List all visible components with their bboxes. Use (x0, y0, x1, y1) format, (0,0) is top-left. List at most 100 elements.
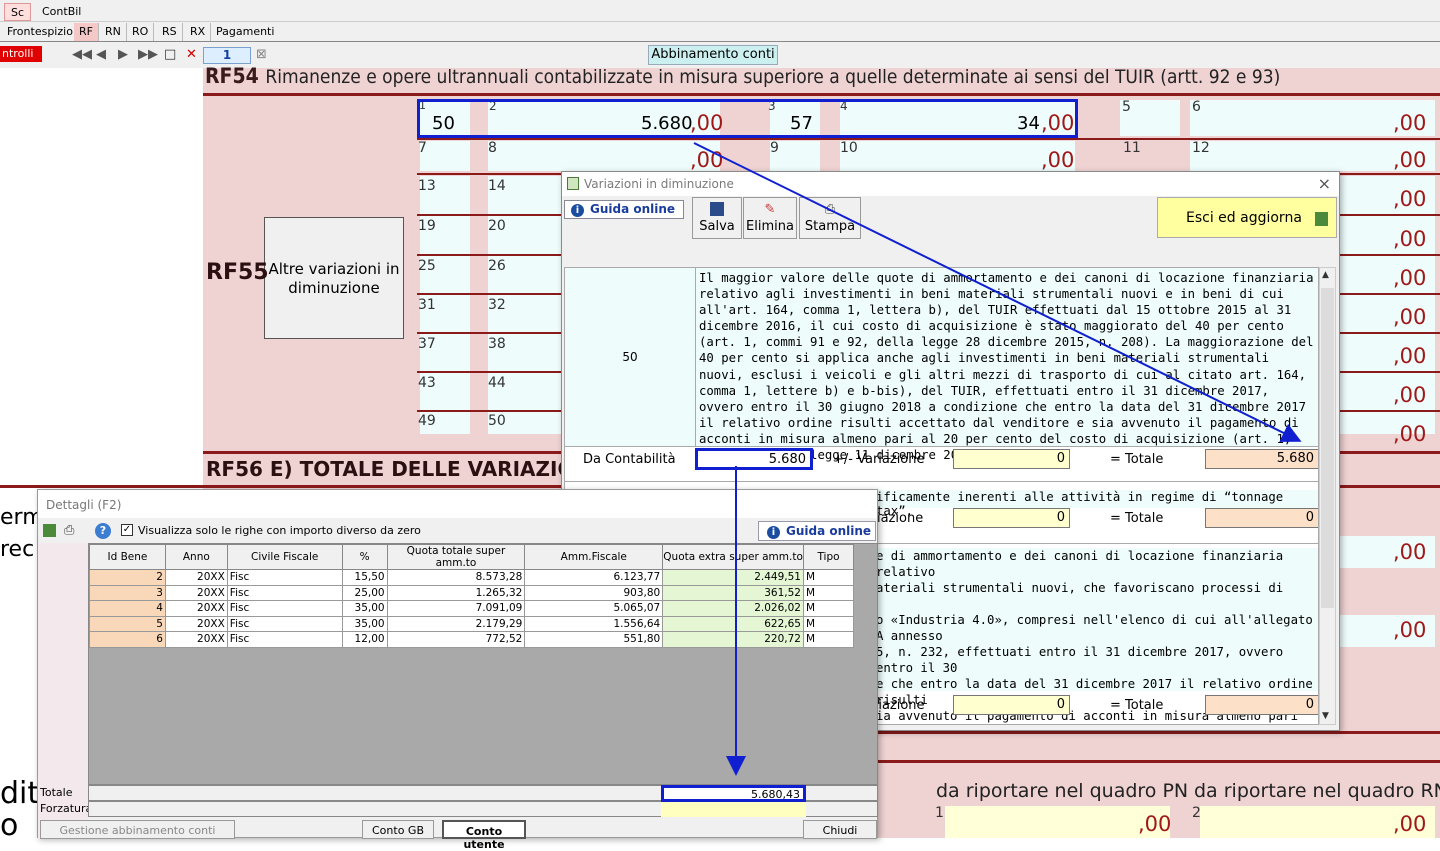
guida-online-button[interactable]: i Guida online (758, 521, 876, 541)
tab-rn[interactable]: RN (100, 23, 127, 41)
filter-checkbox[interactable]: ✓ (121, 524, 133, 536)
pn-field[interactable] (945, 806, 1170, 838)
cell-quota-totale[interactable]: 7.091,09 (386, 600, 526, 617)
help-icon[interactable]: ? (95, 523, 111, 539)
cell-civile-fiscale[interactable]: Fisc (226, 584, 343, 601)
page-number[interactable]: 1 (203, 47, 251, 64)
column-header[interactable]: Quota totale super amm.to (386, 544, 526, 570)
abbinamento-conti-button[interactable]: Abbinamento conti (648, 45, 778, 65)
new-page-icon[interactable]: □ (164, 47, 176, 62)
cell-anno[interactable]: 20XX (164, 631, 228, 648)
variazione-field[interactable]: 0 (953, 508, 1070, 528)
cell-anno[interactable]: 20XX (164, 600, 228, 617)
cell-percent[interactable]: 35,00 (341, 600, 388, 617)
tab-sc[interactable]: Sc (4, 3, 32, 21)
cell-civile-fiscale[interactable]: Fisc (226, 631, 343, 648)
cell-anno[interactable]: 20XX (164, 569, 228, 586)
column-header[interactable]: Amm.Fiscale (524, 544, 664, 570)
table-row[interactable]: 6 20XX Fisc 12,00 772,52 551,80 220,72 M (89, 631, 855, 648)
cell-civile-fiscale[interactable]: Fisc (226, 569, 343, 586)
table-row[interactable]: 2 20XX Fisc 15,50 8.573,28 6.123,77 2.44… (89, 569, 855, 586)
rf55-field[interactable] (488, 141, 720, 171)
cell-tipo[interactable]: M (802, 615, 855, 632)
cell-civile-fiscale[interactable]: Fisc (226, 600, 343, 617)
elimina-button[interactable]: ✎ Elimina (743, 197, 797, 239)
cell-quota-totale[interactable]: 772,52 (386, 631, 526, 648)
chiudi-button[interactable]: Chiudi (803, 820, 877, 839)
cell-quota-extra[interactable]: 622,65 (662, 615, 804, 632)
table-row[interactable]: 4 20XX Fisc 35,00 7.091,09 5.065,07 2.02… (89, 600, 855, 617)
cell-amm-fiscale[interactable]: 551,80 (524, 631, 664, 648)
tab-rs[interactable]: RS (157, 23, 183, 41)
cell-quota-extra[interactable]: 2.026,02 (662, 600, 804, 617)
rf55-field[interactable] (840, 141, 1075, 171)
scroll-down-icon[interactable]: ▼ (1322, 711, 1329, 721)
cell-tipo[interactable]: M (802, 584, 855, 601)
cell-amm-fiscale[interactable]: 5.065,07 (524, 600, 664, 617)
cell-anno[interactable]: 20XX (164, 615, 228, 632)
forzatura-field[interactable] (661, 802, 806, 817)
column-header[interactable]: Anno (164, 544, 228, 570)
cell-id[interactable]: 2 (89, 569, 166, 586)
cell-amm-fiscale[interactable]: 6.123,77 (524, 569, 664, 586)
next-page-icon[interactable]: ▶ (118, 47, 128, 62)
variazione-field[interactable]: 0 (953, 449, 1070, 469)
tab-rf[interactable]: RF (74, 23, 99, 41)
prev-page-icon[interactable]: ◀ (96, 47, 106, 62)
cell-amm-fiscale[interactable]: 903,80 (524, 584, 664, 601)
cell-quota-totale[interactable]: 1.265,32 (386, 584, 526, 601)
table-row[interactable]: 5 20XX Fisc 35,00 2.179,29 1.556,64 622,… (89, 615, 855, 632)
cell-id[interactable]: 6 (89, 631, 166, 648)
cell-id[interactable]: 5 (89, 615, 166, 632)
tab-contbil[interactable]: ContBil (36, 3, 87, 21)
column-header[interactable]: Id Bene (89, 544, 166, 570)
cell-percent[interactable]: 25,00 (341, 584, 388, 601)
scrollbar[interactable]: ▲ ▼ (1319, 267, 1336, 725)
cell-quota-totale[interactable]: 2.179,29 (386, 615, 526, 632)
column-header[interactable]: Tipo (802, 544, 855, 570)
tab-ro[interactable]: RO (127, 23, 155, 41)
conto-gb-tab[interactable]: Conto GB (362, 820, 434, 839)
salva-button[interactable]: Salva (692, 197, 742, 239)
cell-anno[interactable]: 20XX (164, 584, 228, 601)
cell-quota-extra[interactable]: 2.449,51 (662, 569, 804, 586)
cell-tipo[interactable]: M (802, 600, 855, 617)
tab-frontespizio[interactable]: Frontespizio (2, 23, 79, 41)
contabilita-field[interactable]: 5.680 (695, 448, 813, 470)
cell-percent[interactable]: 15,50 (341, 569, 388, 586)
delete-page-icon[interactable]: ✕ (186, 47, 197, 62)
cell-percent[interactable]: 12,00 (341, 631, 388, 648)
cell-id[interactable]: 3 (89, 584, 166, 601)
first-page-icon[interactable]: ◀◀ (72, 47, 92, 62)
column-header[interactable]: % (341, 544, 388, 570)
printer-icon[interactable]: ⎙ (64, 523, 74, 538)
close-icon[interactable]: × (1318, 174, 1331, 193)
cell-tipo[interactable]: M (802, 631, 855, 648)
cell-amm-fiscale[interactable]: 1.556,64 (524, 615, 664, 632)
stampa-button[interactable]: ⎙ Stampa (799, 197, 861, 239)
cell-id[interactable]: 4 (89, 600, 166, 617)
cell-quota-extra[interactable]: 361,52 (662, 584, 804, 601)
guida-online-button[interactable]: i Guida online (564, 200, 684, 219)
column-header[interactable]: Quota extra super amm.to (662, 544, 804, 570)
export-icon[interactable] (43, 524, 56, 537)
rf55-field[interactable] (420, 141, 470, 171)
scroll-up-icon[interactable]: ▲ (1322, 270, 1329, 280)
cell-quota-totale[interactable]: 8.573,28 (386, 569, 526, 586)
cell-quota-extra[interactable]: 220,72 (662, 631, 804, 648)
cell-civile-fiscale[interactable]: Fisc (226, 615, 343, 632)
cell-percent[interactable]: 35,00 (341, 615, 388, 632)
cell-tipo[interactable]: M (802, 569, 855, 586)
last-page-icon[interactable]: ▶▶ (138, 47, 158, 62)
scroll-thumb[interactable] (1321, 288, 1334, 608)
column-header[interactable]: Civile Fiscale (226, 544, 343, 570)
table-row[interactable]: 3 20XX Fisc 25,00 1.265,32 903,80 361,52… (89, 584, 855, 601)
gestione-abbinamento-button[interactable]: Gestione abbinamento conti (40, 820, 235, 839)
altre-variazioni-button[interactable]: Altre variazioni in diminuzione (264, 217, 404, 339)
tab-pagamenti[interactable]: Pagamenti (211, 23, 279, 41)
esci-aggiorna-button[interactable]: Esci ed aggiorna (1157, 197, 1337, 238)
variazione-field[interactable]: 0 (953, 695, 1070, 715)
conto-utente-tab[interactable]: Conto utente (442, 820, 526, 851)
controlli-button[interactable]: ntrolli (0, 46, 42, 62)
tab-rx[interactable]: RX (185, 23, 212, 41)
